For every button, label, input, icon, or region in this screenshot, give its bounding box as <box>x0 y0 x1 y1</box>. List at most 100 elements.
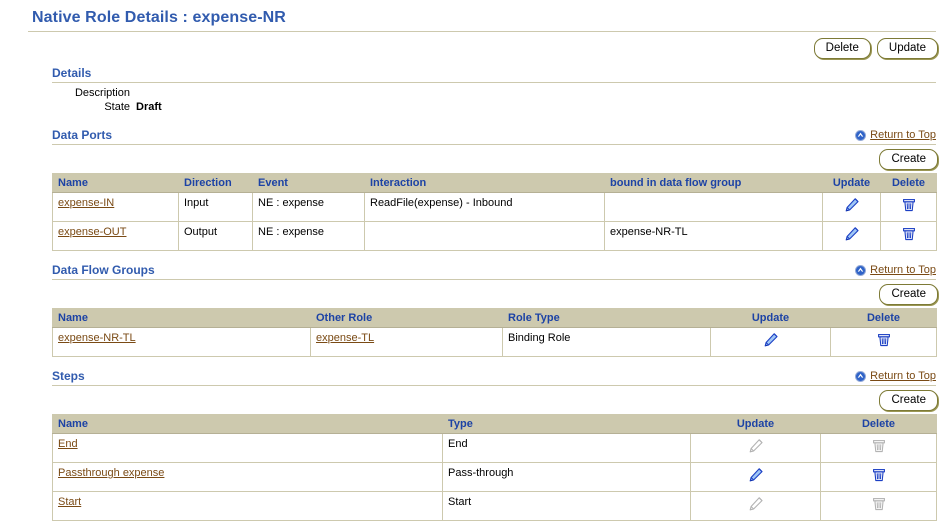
cell-name: expense-OUT <box>52 221 179 251</box>
table-row: End End <box>52 433 937 463</box>
column-header-update: Update <box>690 414 821 434</box>
delete-button[interactable]: Delete <box>813 38 871 59</box>
column-header-update: Update <box>822 173 881 193</box>
column-header-event: Event <box>252 173 365 193</box>
cell-delete <box>830 327 937 357</box>
details-value: Draft <box>136 101 162 113</box>
return-to-top-link-steps[interactable]: Return to Top <box>855 370 936 383</box>
return-to-top-label[interactable]: Return to Top <box>870 129 936 141</box>
trash-icon[interactable] <box>901 226 917 242</box>
column-header-update: Update <box>710 308 831 328</box>
column-header-delete: Delete <box>880 173 937 193</box>
data-ports-create-row: Create <box>0 145 950 173</box>
cell-bound-in-data-flow-group: expense-NR-TL <box>604 221 823 251</box>
cell-direction: Output <box>178 221 253 251</box>
data-ports-section: Data Ports Return to Top Create Name Dir… <box>0 128 950 251</box>
data-port-link[interactable]: expense-OUT <box>58 226 126 238</box>
details-row: Description <box>52 86 950 100</box>
circle-up-arrow-icon <box>855 264 867 276</box>
cell-update <box>822 221 881 251</box>
cell-update <box>690 462 821 492</box>
create-data-flow-group-button[interactable]: Create <box>879 284 938 305</box>
cell-delete <box>880 221 937 251</box>
cell-delete <box>820 462 937 492</box>
details-row: State Draft <box>52 100 950 114</box>
cell-bound-in-data-flow-group <box>604 192 823 222</box>
data-flow-groups-section: Data Flow Groups Return to Top Create Na… <box>0 263 950 357</box>
column-header-delete: Delete <box>820 414 937 434</box>
data-ports-section-header: Data Ports Return to Top <box>0 128 950 142</box>
trash-icon[interactable] <box>871 467 887 483</box>
cell-name: expense-NR-TL <box>52 327 311 357</box>
cell-event: NE : expense <box>252 192 365 222</box>
column-header-bound-in-data-flow-group: bound in data flow group <box>604 173 823 193</box>
data-flow-groups-section-header: Data Flow Groups Return to Top <box>0 263 950 277</box>
trash-icon[interactable] <box>901 197 917 213</box>
steps-create-row: Create <box>0 386 950 414</box>
pencil-icon[interactable] <box>844 197 860 213</box>
step-link[interactable]: End <box>58 438 78 450</box>
cell-update <box>710 327 831 357</box>
column-header-name: Name <box>52 173 179 193</box>
return-to-top-link-data-flow-groups[interactable]: Return to Top <box>855 264 936 277</box>
steps-section: Steps Return to Top Create Name Type Upd… <box>0 369 950 521</box>
step-link[interactable]: Passthrough expense <box>58 467 164 479</box>
trash-icon[interactable] <box>876 332 892 348</box>
update-button[interactable]: Update <box>876 38 938 59</box>
cell-interaction <box>364 221 605 251</box>
create-step-button[interactable]: Create <box>879 390 938 411</box>
pencil-icon[interactable] <box>748 467 764 483</box>
cell-event: NE : expense <box>252 221 365 251</box>
cell-type: End <box>442 433 691 463</box>
column-header-name: Name <box>52 414 443 434</box>
details-label: Description <box>74 87 130 99</box>
cell-delete <box>880 192 937 222</box>
table-row: expense-OUT Output NE : expense expense-… <box>52 221 937 251</box>
details-body: Description State Draft <box>0 83 950 114</box>
table-header-row: Name Direction Event Interaction bound i… <box>52 173 937 193</box>
step-link[interactable]: Start <box>58 496 81 508</box>
steps-section-header: Steps Return to Top <box>0 369 950 383</box>
details-section-header: Details <box>0 66 950 80</box>
cell-delete <box>820 433 937 463</box>
table-row: expense-NR-TL expense-TL Binding Role <box>52 327 937 357</box>
column-header-direction: Direction <box>178 173 253 193</box>
data-flow-group-link[interactable]: expense-NR-TL <box>58 332 136 344</box>
return-to-top-link-data-ports[interactable]: Return to Top <box>855 129 936 142</box>
column-header-name: Name <box>52 308 311 328</box>
cell-update <box>690 433 821 463</box>
table-header-row: Name Other Role Role Type Update Delete <box>52 308 937 328</box>
pencil-icon[interactable] <box>763 332 779 348</box>
details-heading: Details <box>52 66 92 80</box>
top-action-bar: Delete Update <box>0 32 950 59</box>
data-port-link[interactable]: expense-IN <box>58 197 114 209</box>
cell-name: Passthrough expense <box>52 462 443 492</box>
cell-interaction: ReadFile(expense) - Inbound <box>364 192 605 222</box>
cell-direction: Input <box>178 192 253 222</box>
create-data-port-button[interactable]: Create <box>879 149 938 170</box>
data-ports-heading: Data Ports <box>52 128 113 142</box>
trash-icon-disabled <box>871 438 887 454</box>
cell-name: Start <box>52 491 443 521</box>
cell-delete <box>820 491 937 521</box>
pencil-icon-disabled <box>748 438 764 454</box>
pencil-icon[interactable] <box>844 226 860 242</box>
steps-table: Name Type Update Delete End End Passthro… <box>52 414 937 521</box>
column-header-role-type: Role Type <box>502 308 711 328</box>
return-to-top-label[interactable]: Return to Top <box>870 264 936 276</box>
data-flow-groups-create-row: Create <box>0 280 950 308</box>
table-row: expense-IN Input NE : expense ReadFile(e… <box>52 192 937 222</box>
cell-update <box>690 491 821 521</box>
other-role-link[interactable]: expense-TL <box>316 332 374 344</box>
native-role-details-page: Native Role Details : expense-NR Delete … <box>0 0 950 521</box>
column-header-delete: Delete <box>830 308 937 328</box>
trash-icon-disabled <box>871 496 887 512</box>
page-title: Native Role Details : expense-NR <box>32 9 286 26</box>
cell-name: expense-IN <box>52 192 179 222</box>
pencil-icon-disabled <box>748 496 764 512</box>
circle-up-arrow-icon <box>855 129 867 141</box>
cell-role-type: Binding Role <box>502 327 711 357</box>
column-header-type: Type <box>442 414 691 434</box>
return-to-top-label[interactable]: Return to Top <box>870 370 936 382</box>
cell-name: End <box>52 433 443 463</box>
